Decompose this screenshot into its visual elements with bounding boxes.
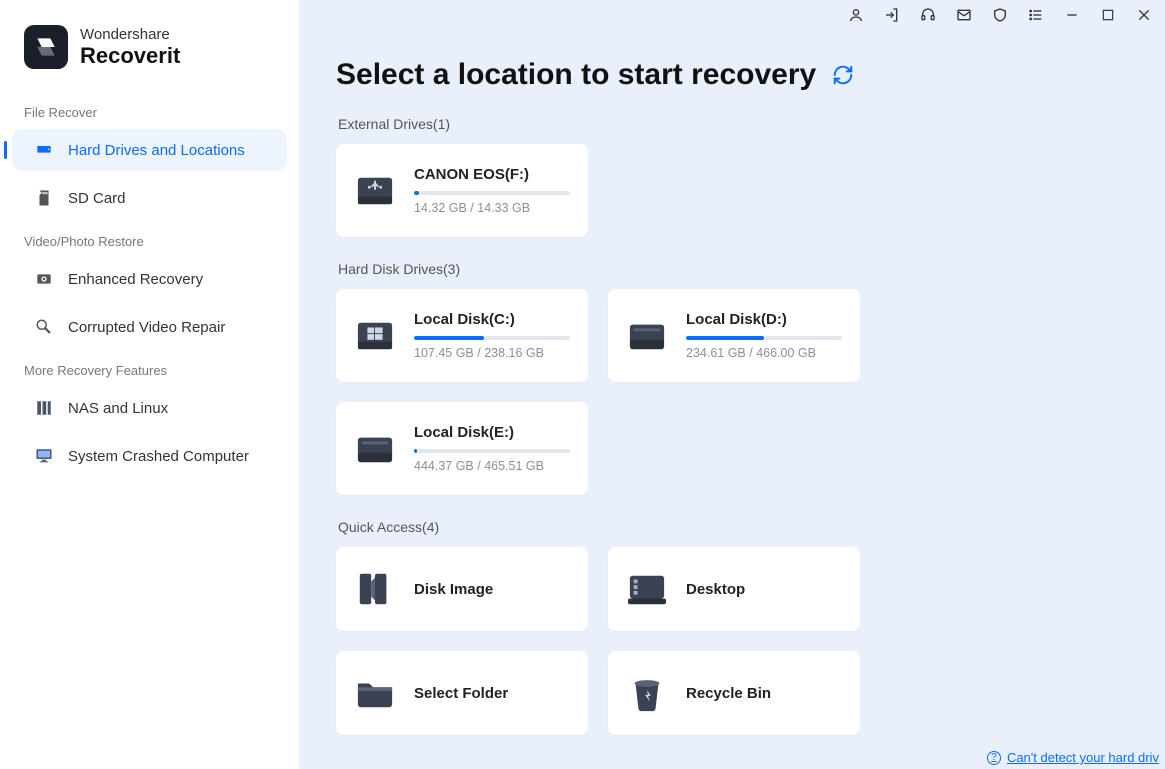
sidebar-item-enhanced-recovery[interactable]: Enhanced Recovery [12,258,287,300]
help-icon: ? [987,751,1001,765]
sidebar-item-nas-linux[interactable]: NAS and Linux [12,387,287,429]
camera-icon [34,270,54,288]
nas-icon [34,399,54,417]
desktop-icon [626,569,668,609]
drive-icon [34,141,54,159]
sidebar-item-hard-drives[interactable]: Hard Drives and Locations [12,129,287,171]
headset-icon[interactable] [919,6,937,24]
mail-icon[interactable] [955,6,973,24]
folder-icon [354,673,396,713]
drive-usage: 444.37 GB / 465.51 GB [414,459,570,473]
quick-label: Recycle Bin [686,685,842,702]
drive-usage: 107.45 GB / 238.16 GB [414,346,570,360]
page-title: Select a location to start recovery [336,58,816,92]
section-hard-disk-drives: Hard Disk Drives(3) [338,261,1129,277]
disk-image-icon [354,569,396,609]
cant-detect-link[interactable]: ? Can't detect your hard driv [987,750,1159,765]
maximize-icon[interactable] [1099,6,1117,24]
monitor-icon [34,447,54,465]
sidebar-item-corrupted-video[interactable]: Corrupted Video Repair [12,306,287,348]
minimize-icon[interactable] [1063,6,1081,24]
repair-icon [34,318,54,336]
sd-card-icon [34,189,54,207]
usage-bar [686,336,842,340]
quick-label: Disk Image [414,581,570,598]
drive-usage: 14.32 GB / 14.33 GB [414,201,570,215]
page-title-row: Select a location to start recovery [336,58,1129,92]
drive-card-local-e[interactable]: Local Disk(E:) 444.37 GB / 465.51 GB [336,402,588,495]
titlebar [300,0,1165,30]
sidebar-item-label: SD Card [68,190,126,207]
quick-card-recycle-bin[interactable]: Recycle Bin [608,651,860,735]
usage-bar [414,449,570,453]
quick-card-disk-image[interactable]: Disk Image [336,547,588,631]
brand-line2: Recoverit [80,43,180,69]
drive-card-local-c[interactable]: Local Disk(C:) 107.45 GB / 238.16 GB [336,289,588,382]
drive-name: CANON EOS(F:) [414,166,570,183]
usage-bar [414,336,570,340]
sidebar-item-label: System Crashed Computer [68,448,249,465]
login-icon[interactable] [883,6,901,24]
sidebar-section-file-recover: File Recover [0,93,299,126]
drive-usage: 234.61 GB / 466.00 GB [686,346,842,360]
brand-text: Wondershare Recoverit [80,26,180,69]
sidebar-section-more: More Recovery Features [0,351,299,384]
usage-bar [414,191,570,195]
section-quick-access: Quick Access(4) [338,519,1129,535]
sidebar-item-label: NAS and Linux [68,400,168,417]
windows-drive-icon [354,316,396,356]
drive-name: Local Disk(E:) [414,424,570,441]
sidebar-section-video-photo: Video/Photo Restore [0,222,299,255]
user-icon[interactable] [847,6,865,24]
quick-label: Desktop [686,581,842,598]
quick-card-desktop[interactable]: Desktop [608,547,860,631]
brand: Wondershare Recoverit [0,20,299,93]
sidebar-item-label: Corrupted Video Repair [68,319,225,336]
section-external-drives: External Drives(1) [338,116,1129,132]
main: Select a location to start recovery Exte… [300,0,1165,769]
content: Select a location to start recovery Exte… [300,30,1165,769]
sidebar-item-crashed-computer[interactable]: System Crashed Computer [12,435,287,477]
sidebar: Wondershare Recoverit File Recover Hard … [0,0,300,769]
menu-icon[interactable] [1027,6,1045,24]
drive-card-canon-eos[interactable]: CANON EOS(F:) 14.32 GB / 14.33 GB [336,144,588,237]
drive-card-local-d[interactable]: Local Disk(D:) 234.61 GB / 466.00 GB [608,289,860,382]
hard-drive-icon [626,316,668,356]
sidebar-item-label: Enhanced Recovery [68,271,203,288]
brand-line1: Wondershare [80,26,180,43]
brand-logo-icon [24,25,68,69]
footer-link-text: Can't detect your hard driv [1007,750,1159,765]
shield-icon[interactable] [991,6,1009,24]
drive-name: Local Disk(C:) [414,311,570,328]
hard-drive-icon [354,429,396,469]
sidebar-item-sd-card[interactable]: SD Card [12,177,287,219]
quick-label: Select Folder [414,685,570,702]
close-icon[interactable] [1135,6,1153,24]
drive-name: Local Disk(D:) [686,311,842,328]
refresh-icon[interactable] [832,64,854,86]
quick-card-select-folder[interactable]: Select Folder [336,651,588,735]
external-drive-icon [354,171,396,211]
sidebar-item-label: Hard Drives and Locations [68,142,245,159]
recycle-bin-icon [626,673,668,713]
